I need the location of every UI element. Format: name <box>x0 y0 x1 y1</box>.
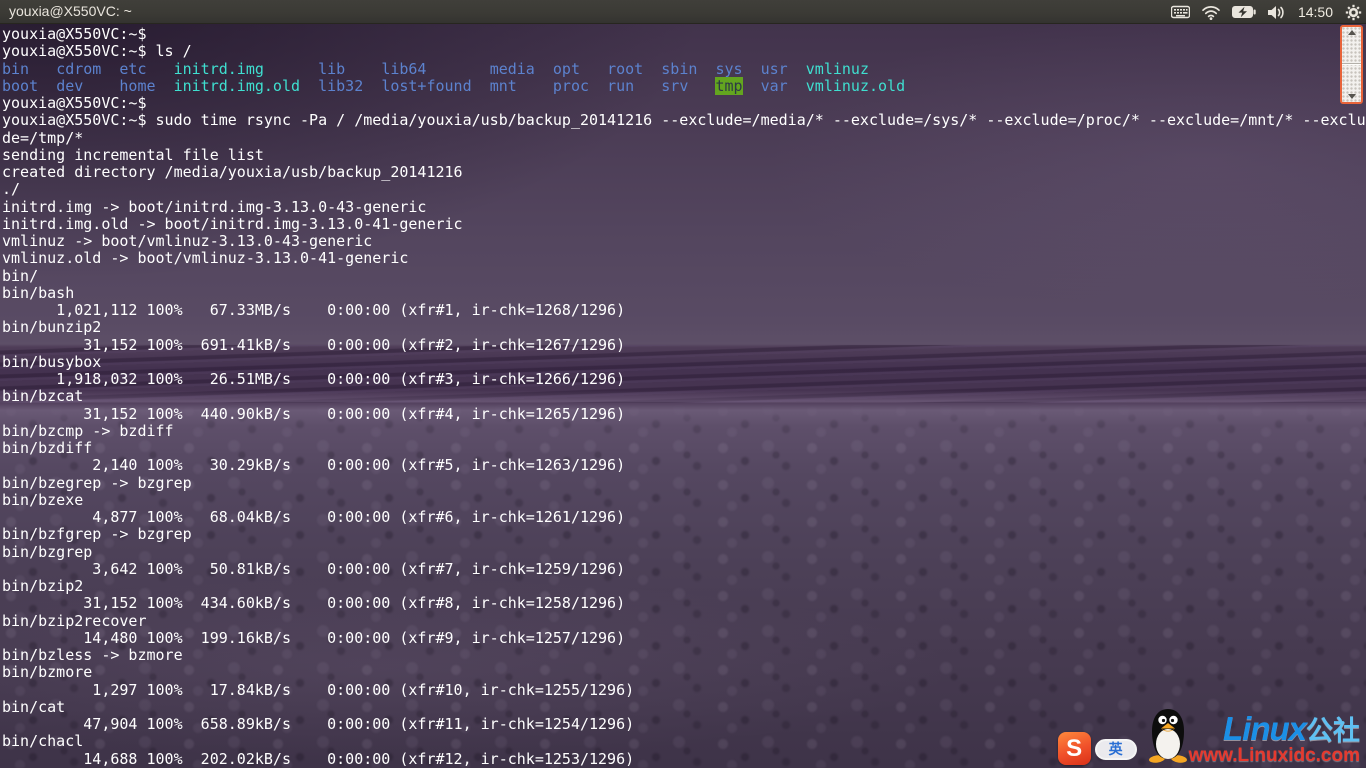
scrollbar-up-arrow-icon[interactable] <box>1342 30 1361 35</box>
terminal-line: bin/bzip2recover <box>2 613 1366 630</box>
terminal-line: bin/ <box>2 268 1366 285</box>
terminal-line: boot dev home initrd.img.old lib32 lost+… <box>2 78 1366 95</box>
terminal-line: bin/bzcat <box>2 388 1366 405</box>
terminal-line: 1,021,112 100% 67.33MB/s 0:00:00 (xfr#1,… <box>2 302 1366 319</box>
desktop-screen: youxia@X550VC: ~ <box>0 0 1366 768</box>
terminal-line: bin/bash <box>2 285 1366 302</box>
terminal-line: 4,877 100% 68.04kB/s 0:00:00 (xfr#6, ir-… <box>2 509 1366 526</box>
top-panel: youxia@X550VC: ~ <box>0 0 1366 24</box>
terminal-line: 31,152 100% 434.60kB/s 0:00:00 (xfr#8, i… <box>2 595 1366 612</box>
terminal-line: bin/bunzip2 <box>2 319 1366 336</box>
terminal-line: bin/bzip2 <box>2 578 1366 595</box>
terminal-line: youxia@X550VC:~$ <box>2 95 1366 112</box>
scrollbar-down-arrow-icon[interactable] <box>1342 94 1361 99</box>
terminal-output: youxia@X550VC:~$youxia@X550VC:~$ ls /bin… <box>2 26 1366 768</box>
terminal-line: bin/bzcmp -> bzdiff <box>2 423 1366 440</box>
terminal-line: 3,642 100% 50.81kB/s 0:00:00 (xfr#7, ir-… <box>2 561 1366 578</box>
system-tray: 14:50 <box>1171 0 1362 24</box>
tux-penguin-icon <box>1143 707 1193 768</box>
s-logo-badge: S <box>1058 732 1091 765</box>
terminal-line: 1,918,032 100% 26.51MB/s 0:00:00 (xfr#3,… <box>2 371 1366 388</box>
wifi-icon[interactable] <box>1201 0 1221 24</box>
terminal-line: 1,297 100% 17.84kB/s 0:00:00 (xfr#10, ir… <box>2 682 1366 699</box>
terminal-line: 14,480 100% 199.16kB/s 0:00:00 (xfr#9, i… <box>2 630 1366 647</box>
terminal-line: bin/bzfgrep -> bzgrep <box>2 526 1366 543</box>
battery-charging-icon[interactable] <box>1232 0 1256 24</box>
terminal-line: youxia@X550VC:~$ ls / <box>2 43 1366 60</box>
terminal-line: bin/bzmore <box>2 664 1366 681</box>
terminal-line: youxia@X550VC:~$ sudo time rsync -Pa / /… <box>2 112 1366 129</box>
linuxidc-watermark: S 英 Linux公社 www.Linuxidc.com <box>1058 707 1360 766</box>
window-title: youxia@X550VC: ~ <box>9 3 132 19</box>
brand-cjk: 公社 <box>1306 716 1360 746</box>
terminal-line: youxia@X550VC:~$ <box>2 26 1366 43</box>
scrollbar-divider[interactable] <box>1342 63 1361 65</box>
session-gear-icon[interactable] <box>1345 0 1362 24</box>
keyboard-icon[interactable] <box>1171 0 1190 24</box>
scrollbar-thumb[interactable] <box>1340 25 1363 104</box>
terminal-line: bin/bzexe <box>2 492 1366 509</box>
terminal-line: initrd.img -> boot/initrd.img-3.13.0-43-… <box>2 199 1366 216</box>
terminal-line: 31,152 100% 691.41kB/s 0:00:00 (xfr#2, i… <box>2 337 1366 354</box>
terminal-line: bin/bzgrep <box>2 544 1366 561</box>
terminal-line: ./ <box>2 181 1366 198</box>
terminal-line: 2,140 100% 30.29kB/s 0:00:00 (xfr#5, ir-… <box>2 457 1366 474</box>
terminal-line: de=/tmp/* <box>2 130 1366 147</box>
terminal-line: bin/busybox <box>2 354 1366 371</box>
clock[interactable]: 14:50 <box>1297 4 1334 20</box>
terminal-line: bin/bzdiff <box>2 440 1366 457</box>
terminal-line: 31,152 100% 440.90kB/s 0:00:00 (xfr#4, i… <box>2 406 1366 423</box>
terminal-line: vmlinuz.old -> boot/vmlinuz-3.13.0-41-ge… <box>2 250 1366 267</box>
volume-icon[interactable] <box>1267 0 1286 24</box>
terminal-window[interactable]: youxia@X550VC:~$youxia@X550VC:~$ ls /bin… <box>0 24 1366 768</box>
brand-title: Linux公社 <box>1223 714 1360 746</box>
watermark-text: Linux公社 www.Linuxidc.com <box>1189 714 1360 766</box>
terminal-line: bin/bzegrep -> bzgrep <box>2 475 1366 492</box>
watermark-url: www.Linuxidc.com <box>1189 746 1360 766</box>
terminal-line: sending incremental file list <box>2 147 1366 164</box>
terminal-line: created directory /media/youxia/usb/back… <box>2 164 1366 181</box>
terminal-line: initrd.img.old -> boot/initrd.img-3.13.0… <box>2 216 1366 233</box>
terminal-line: bin/bzless -> bzmore <box>2 647 1366 664</box>
language-badge: 英 <box>1095 739 1137 760</box>
brand-latin: Linux <box>1223 710 1306 747</box>
terminal-line: vmlinuz -> boot/vmlinuz-3.13.0-43-generi… <box>2 233 1366 250</box>
terminal-line: bin cdrom etc initrd.img lib lib64 media… <box>2 61 1366 78</box>
